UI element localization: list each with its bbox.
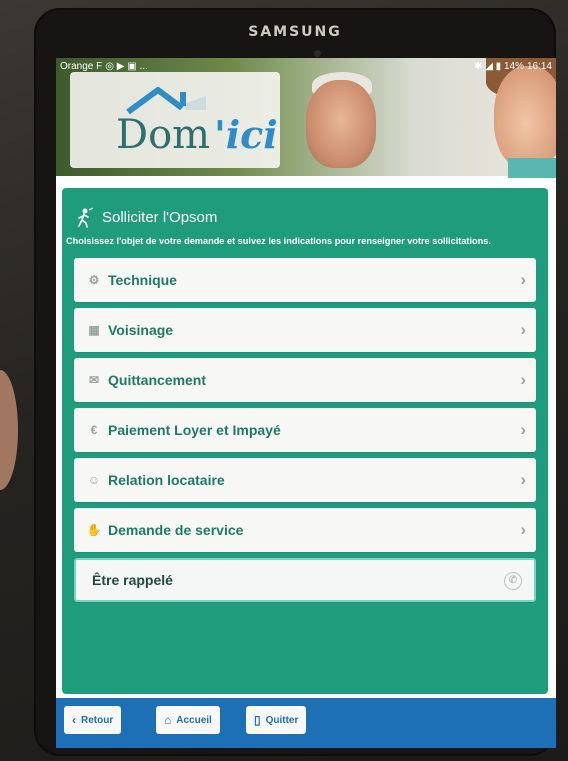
callback-label: Être rappelé <box>92 572 173 588</box>
item-label: Quittancement <box>108 372 207 388</box>
front-camera <box>314 50 321 57</box>
screen: Dom'ici Orange F ◎ ▶ ▣ ... ✱ ◢ ▮ 14% 16:… <box>56 58 556 748</box>
callback-button[interactable]: Être rappelé ✆ <box>74 558 536 602</box>
chevron-right-icon: › <box>520 270 526 289</box>
item-quittancement[interactable]: ✉ Quittancement › <box>74 358 536 402</box>
chevron-right-icon: › <box>520 320 526 339</box>
photo-woman <box>494 66 556 170</box>
panel-header: Solliciter l'Opsom <box>74 206 217 228</box>
clock: 16:14 <box>526 60 552 72</box>
item-voisinage[interactable]: ▦ Voisinage › <box>74 308 536 352</box>
device-brand: SAMSUNG <box>248 24 342 40</box>
item-label: Demande de service <box>108 522 244 538</box>
photo-man <box>306 80 376 168</box>
people-icon: ☺ <box>87 473 101 487</box>
euro-icon: € <box>90 423 98 437</box>
chevron-left-icon: ‹ <box>72 713 76 727</box>
home-label: Accueil <box>176 714 212 726</box>
envelope-icon: ✉ <box>88 373 100 387</box>
bottom-nav-bar: ‹ Retour ⌂ Accueil ▯ Quitter <box>56 698 556 748</box>
photo-woman-shirt <box>508 158 556 178</box>
home-button[interactable]: ⌂ Accueil <box>156 706 220 734</box>
item-label: Relation locataire <box>108 472 225 488</box>
chevron-right-icon: › <box>520 370 526 389</box>
item-label: Technique <box>108 272 177 288</box>
item-relation-locataire[interactable]: ☺ Relation locataire › <box>74 458 536 502</box>
logo-accent: 'ici <box>214 112 278 157</box>
item-label: Paiement Loyer et Impayé <box>108 422 281 438</box>
back-button[interactable]: ‹ Retour <box>64 706 122 734</box>
item-technique[interactable]: ⚙ Technique › <box>74 258 536 302</box>
chevron-right-icon: › <box>520 420 526 439</box>
handshake-icon: ✋ <box>86 523 102 537</box>
chevron-right-icon: › <box>520 470 526 489</box>
walker-icon <box>78 207 94 228</box>
panel-subtitle: Choisissez l'objet de votre demande et s… <box>66 236 491 246</box>
quit-label: Quitter <box>265 714 299 726</box>
tools-icon: ⚙ <box>88 273 100 287</box>
back-label: Retour <box>81 714 114 726</box>
item-demande-service[interactable]: ✋ Demande de service › <box>74 508 536 552</box>
quit-button[interactable]: ▯ Quitter <box>246 706 307 734</box>
logo-text: Dom'ici <box>116 112 278 158</box>
door-icon: ▯ <box>254 713 261 727</box>
carrier-name: Orange F <box>60 60 103 72</box>
building-icon: ▦ <box>88 323 100 337</box>
chevron-right-icon: › <box>520 520 526 539</box>
notification-icons: ◎ ▶ ▣ ... <box>105 60 148 72</box>
request-type-list: ⚙ Technique › ▦ Voisinage › ✉ Quittancem… <box>74 258 536 608</box>
home-icon: ⌂ <box>164 713 172 727</box>
signal-battery-icons: ✱ ◢ ▮ 14% <box>474 60 524 72</box>
app-logo: Dom'ici <box>70 72 280 168</box>
logo-main: Dom <box>116 112 211 158</box>
status-bar: Orange F ◎ ▶ ▣ ... ✱ ◢ ▮ 14% 16:14 <box>56 58 556 74</box>
panel-title: Solliciter l'Opsom <box>102 208 218 226</box>
header-banner: Dom'ici <box>56 58 556 178</box>
phone-icon: ✆ <box>504 572 522 590</box>
item-paiement[interactable]: € Paiement Loyer et Impayé › <box>74 408 536 452</box>
request-panel: Solliciter l'Opsom Choisissez l'objet de… <box>62 188 548 694</box>
item-label: Voisinage <box>108 322 174 338</box>
